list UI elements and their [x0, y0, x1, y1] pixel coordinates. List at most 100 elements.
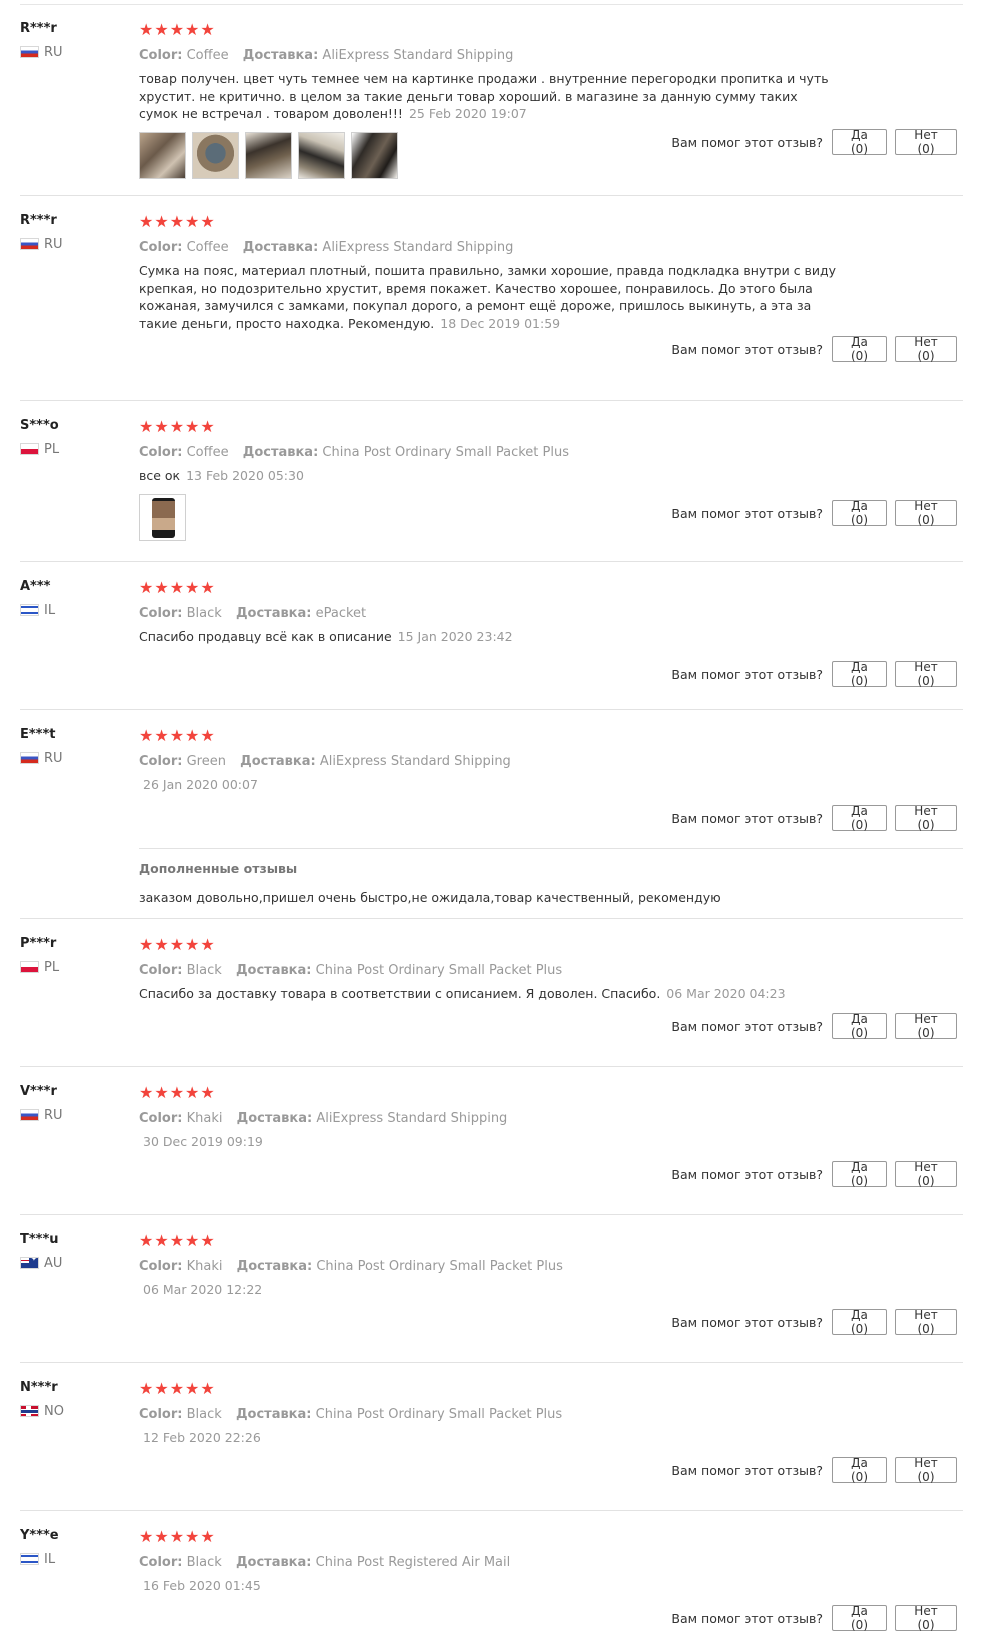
review-body: ★★★★★ Color: Khaki Доставка: China Post …: [139, 1231, 939, 1298]
color-label: Color:: [139, 1259, 183, 1274]
helpful-yes-button[interactable]: Да (0): [832, 1604, 887, 1632]
review-meta: Color: Coffee Доставка: China Post Ordin…: [139, 444, 939, 461]
helpful-no-button[interactable]: Нет (0): [895, 660, 957, 688]
helpful-yes-button[interactable]: Да (0): [832, 804, 887, 832]
helpful-yes-button[interactable]: Да (0): [832, 1160, 887, 1188]
shipping-label: Доставка:: [242, 240, 319, 255]
country-code: RU: [44, 236, 63, 252]
pl-flag-icon: [20, 961, 39, 973]
helpful-no-button[interactable]: Нет (0): [895, 1012, 957, 1040]
helpful-yes-button[interactable]: Да (0): [832, 128, 887, 156]
helpful-yes-button[interactable]: Да (0): [832, 1456, 887, 1484]
helpful-question: Вам помог этот отзыв?: [671, 1314, 823, 1330]
helpful-question: Вам помог этот отзыв?: [671, 810, 823, 826]
reviewer-country: NO: [20, 1404, 140, 1419]
review-date: 26 Jan 2020 00:07: [143, 777, 258, 792]
followup-title: Дополненные отзывы: [139, 861, 298, 876]
il-flag-icon: [20, 1553, 39, 1565]
il-flag-icon: [20, 604, 39, 616]
helpful-no-button[interactable]: Нет (0): [895, 804, 957, 832]
review-body: ★★★★★ Color: Black Доставка: China Post …: [139, 1379, 939, 1446]
helpful-voting: Вам помог этот отзыв? Да (0) Нет (0): [671, 1308, 957, 1336]
shipping-label: Доставка:: [236, 1111, 313, 1126]
helpful-yes-button[interactable]: Да (0): [832, 1308, 887, 1336]
ru-flag-icon: [20, 238, 39, 250]
helpful-question: Вам помог этот отзыв?: [671, 1166, 823, 1182]
reviewer-name: R***r: [20, 21, 57, 36]
helpful-yes-button[interactable]: Да (0): [832, 660, 887, 688]
review-photo[interactable]: [139, 131, 186, 179]
review-text: Спасибо продавцу всё как в описание 15 Ja…: [139, 628, 839, 646]
review-meta: Color: Khaki Доставка: China Post Ordina…: [139, 1258, 939, 1275]
color-label: Color:: [139, 1407, 183, 1422]
review-text: Спасибо за доставку товара в соответстви…: [139, 985, 939, 1003]
helpful-no-button[interactable]: Нет (0): [895, 335, 957, 363]
country-code: PL: [44, 441, 60, 457]
review-meta: Color: Black Доставка: China Post Ordina…: [139, 1406, 939, 1423]
review-meta: Color: Black Доставка: China Post Ordina…: [139, 962, 939, 979]
review-item: T***u AU ★★★★★ Color: Khaki Доставка: Ch…: [20, 1215, 963, 1363]
review-meta: Color: Coffee Доставка: AliExpress Stand…: [139, 47, 939, 64]
review-item: R***r RU ★★★★★ Color: Coffee Доставка: A…: [20, 4, 963, 196]
reviewer-name: R***r: [20, 213, 57, 228]
color-value: Coffee: [186, 48, 229, 63]
color-value: Khaki: [186, 1259, 223, 1274]
helpful-voting: Вам помог этот отзыв? Да (0) Нет (0): [671, 660, 957, 688]
reviewer-info: P***r PL: [20, 935, 140, 975]
helpful-question: Вам помог этот отзыв?: [671, 1462, 823, 1478]
review-photo[interactable]: [192, 131, 239, 179]
helpful-question: Вам помог этот отзыв?: [671, 341, 823, 357]
au-flag-icon: [20, 1257, 39, 1269]
review-text: Сумка на пояс, материал плотный, пошита …: [139, 262, 839, 332]
reviewer-name: V***r: [20, 1084, 57, 1099]
review-item: Y***e IL ★★★★★ Color: Black Доставка: Ch…: [20, 1511, 963, 1647]
shipping-label: Доставка:: [235, 1407, 312, 1422]
color-value: Khaki: [186, 1111, 223, 1126]
helpful-yes-button[interactable]: Да (0): [832, 499, 887, 527]
review-photo[interactable]: [351, 131, 398, 179]
review-meta: Color: Black Доставка: China Post Regist…: [139, 1554, 939, 1571]
helpful-no-button[interactable]: Нет (0): [895, 1604, 957, 1632]
reviewer-country: PL: [20, 441, 140, 457]
helpful-no-button[interactable]: Нет (0): [895, 1456, 957, 1484]
shipping-label: Доставка:: [240, 754, 316, 769]
helpful-yes-button[interactable]: Да (0): [832, 335, 887, 363]
review-photo[interactable]: [245, 131, 292, 179]
helpful-voting: Вам помог этот отзыв? Да (0) Нет (0): [671, 1160, 957, 1188]
review-item: V***r RU ★★★★★ Color: Khaki Доставка: Al…: [20, 1067, 963, 1215]
color-label: Color:: [139, 754, 183, 769]
review-photo[interactable]: [298, 131, 345, 179]
no-flag-icon: [20, 1405, 39, 1417]
star-rating: ★★★★★: [139, 212, 216, 231]
reviewer-name: P***r: [20, 936, 57, 951]
helpful-no-button[interactable]: Нет (0): [895, 128, 957, 156]
color-value: Green: [186, 754, 226, 769]
shipping-value: China Post Ordinary Small Packet Plus: [316, 1259, 563, 1274]
star-rating: ★★★★★: [139, 417, 216, 436]
helpful-question: Вам помог этот отзыв?: [671, 666, 823, 682]
review-body: ★★★★★ Color: Khaki Доставка: AliExpress …: [139, 1083, 939, 1150]
reviewer-info: E***t RU: [20, 726, 140, 766]
review-body: ★★★★★ Color: Black Доставка: ePacket Спа…: [139, 578, 939, 646]
helpful-voting: Вам помог этот отзыв? Да (0) Нет (0): [671, 335, 957, 363]
review-meta: Color: Coffee Доставка: AliExpress Stand…: [139, 239, 939, 256]
review-item: P***r PL ★★★★★ Color: Black Доставка: Ch…: [20, 919, 963, 1067]
review-date: 06 Mar 2020 12:22: [143, 1282, 263, 1297]
star-rating: ★★★★★: [139, 935, 216, 954]
star-rating: ★★★★★: [139, 1083, 216, 1102]
color-value: Coffee: [186, 445, 229, 460]
helpful-no-button[interactable]: Нет (0): [895, 1160, 957, 1188]
star-rating: ★★★★★: [139, 1527, 216, 1546]
review-photo[interactable]: [139, 493, 186, 541]
reviewer-name: N***r: [20, 1380, 58, 1395]
reviewer-name: E***t: [20, 727, 56, 742]
helpful-question: Вам помог этот отзыв?: [671, 1018, 823, 1034]
review-item: E***t RU ★★★★★ Color: Green Доставка: Al…: [20, 710, 963, 919]
review-text: товар получен. цвет чуть темнее чем на к…: [139, 70, 839, 123]
helpful-no-button[interactable]: Нет (0): [895, 499, 957, 527]
shipping-value: AliExpress Standard Shipping: [316, 1111, 508, 1126]
shipping-value: China Post Ordinary Small Packet Plus: [315, 963, 563, 978]
helpful-no-button[interactable]: Нет (0): [895, 1308, 957, 1336]
helpful-yes-button[interactable]: Да (0): [832, 1012, 887, 1040]
review-date: 30 Dec 2019 09:19: [143, 1134, 263, 1149]
